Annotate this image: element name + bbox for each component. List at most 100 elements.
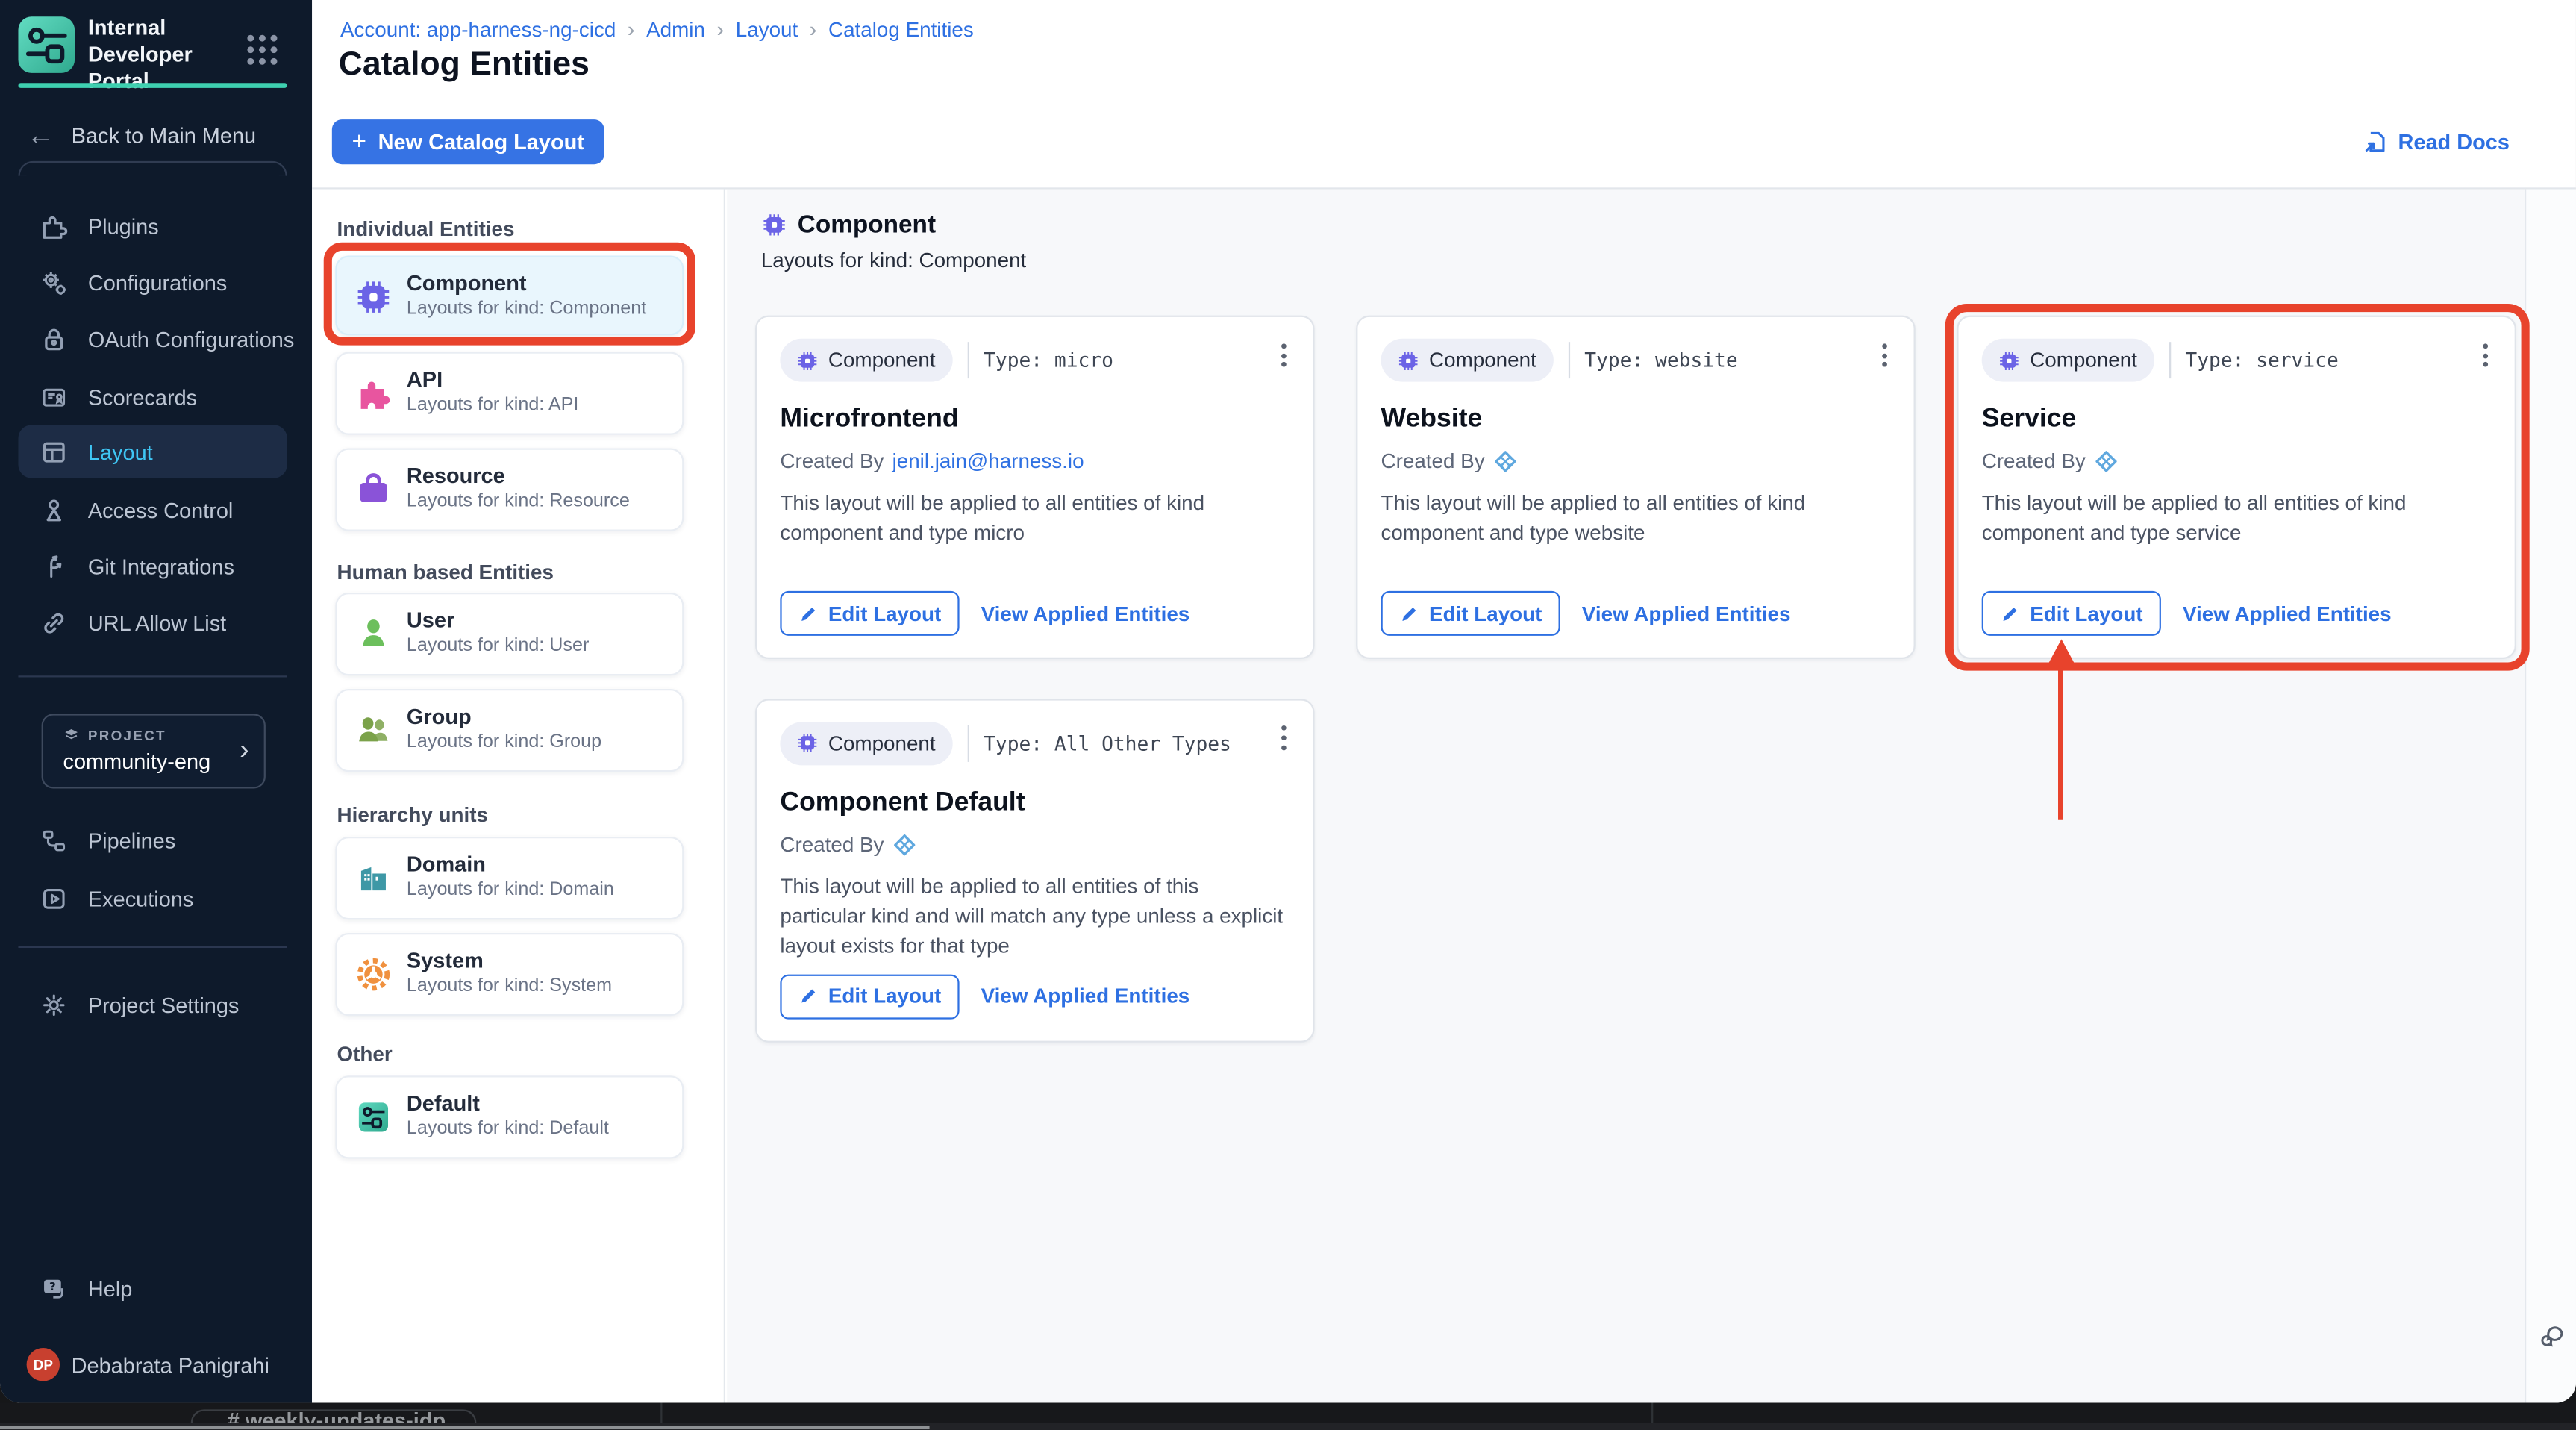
breadcrumb-admin-link[interactable]: Admin [646,17,705,40]
card-menu-kebab-icon[interactable] [1268,337,1298,374]
sidebar-item-project-settings[interactable]: Project Settings [18,978,287,1031]
kind-chip-label: Component [828,349,936,372]
sidebar-item-label: Git Integrations [87,553,234,579]
sidebar-item-label: Configurations [87,269,228,295]
sidebar-divider [18,946,287,949]
entity-kind-component[interactable]: Component Layouts for kind: Component [335,255,684,335]
help-chat-icon: ? [40,1274,68,1302]
user-avatar[interactable]: DP [26,1348,60,1381]
breadcrumb-layout-link[interactable]: Layout [736,17,798,40]
resource-briefcase-icon [355,471,392,508]
entity-kind-resource[interactable]: Resource Layouts for kind: Resource [335,447,684,531]
view-applied-entities-link[interactable]: View Applied Entities [981,984,1190,1008]
card-menu-kebab-icon[interactable] [2470,337,2500,374]
back-label: Back to Main Menu [71,122,257,147]
layout-card-component-default: Component Type: All Other Types Componen… [755,698,1315,1042]
layout-cards-area: Component Layouts for kind: Component Co… [726,188,2529,1403]
entity-kind-api[interactable]: API Layouts for kind: API [335,351,684,434]
edit-layout-button[interactable]: Edit Layout [1981,590,2162,636]
view-applied-entities-link[interactable]: View Applied Entities [981,602,1190,625]
card-menu-kebab-icon[interactable] [1268,719,1298,756]
edit-layout-label: Edit Layout [828,984,942,1008]
app-window: Internal Developer Portal ← Back to Main… [0,0,2576,1403]
section-title: Human based Entities [337,561,554,584]
card-menu-kebab-icon[interactable] [1869,337,1898,374]
entity-kind-description: Layouts for kind: Domain [406,878,614,899]
project-selector[interactable]: PROJECT community-eng › [41,714,266,788]
component-chip-icon [1998,349,2020,371]
type-label: Type: All Other Types [984,731,1231,755]
sidebar-item-label: Layout [87,439,153,464]
kind-chip-label: Component [1429,349,1536,372]
sidebar-item-access-control[interactable]: Access Control [18,483,287,536]
sidebar-item-git-integrations[interactable]: Git Integrations [18,540,287,593]
domain-building-icon [355,859,392,896]
component-chip-icon [355,278,392,315]
back-to-main-menu[interactable]: ← Back to Main Menu [18,113,287,156]
read-docs-link[interactable]: Read Docs [2363,129,2510,154]
entity-kind-name: Resource [406,462,505,487]
sidebar-item-pipelines[interactable]: Pipelines [18,814,287,867]
sidebar-item-plugins[interactable]: Plugins [18,199,287,252]
person-icon [40,496,68,524]
app-grid-icon[interactable] [247,34,278,65]
entity-kind-name: Default [406,1090,480,1115]
sidebar-item-label: Pipelines [87,827,176,853]
kind-chip-label: Component [828,731,936,755]
entity-kind-name: Group [406,702,472,728]
sidebar-item-url-allow-list[interactable]: URL Allow List [18,596,287,649]
project-eyebrow: PROJECT [87,727,166,744]
sidebar-item-label: Scorecards [87,384,198,410]
entity-kind-domain[interactable]: Domain Layouts for kind: Domain [335,835,684,919]
entity-kind-name: Domain [406,850,486,876]
layout-card-microfrontend: Component Type: micro Microfrontend Crea… [755,315,1315,660]
edit-layout-button[interactable]: Edit Layout [780,590,960,636]
component-chip-icon [797,732,819,754]
sidebar-item-layout[interactable]: Layout [18,425,287,478]
system-gear-icon [355,955,392,992]
layout-icon [40,437,68,466]
kind-header-title: Component [797,210,937,239]
view-applied-entities-link[interactable]: View Applied Entities [2183,602,2392,625]
arrow-shaft [2057,660,2064,819]
entity-kind-user[interactable]: User Layouts for kind: User [335,591,684,675]
new-catalog-layout-button[interactable]: + New Catalog Layout [331,119,604,165]
entity-kind-description: Layouts for kind: API [406,394,579,414]
sidebar-item-configurations[interactable]: Configurations [18,256,287,309]
idp-logo-icon[interactable] [18,16,75,73]
created-by-system-icon [2094,450,2117,473]
entity-kind-group[interactable]: Group Layouts for kind: Group [335,687,684,772]
layout-title: Website [1381,405,1483,434]
edit-layout-button[interactable]: Edit Layout [780,973,960,1019]
edit-layout-button[interactable]: Edit Layout [1381,590,1560,636]
entity-kind-name: System [406,946,484,972]
sidebar-item-executions[interactable]: Executions [18,872,287,925]
api-puzzle-icon [355,375,392,411]
sidebar-item-label: URL Allow List [87,610,227,635]
sidebar-item-oauth-configurations[interactable]: OAuth Configurations [18,312,294,365]
entity-kind-description: Layouts for kind: Component [406,298,647,318]
user-name[interactable]: Debabrata Panigrahi [72,1353,269,1378]
edit-layout-label: Edit Layout [1429,602,1542,625]
kind-header-subtitle: Layouts for kind: Component [760,248,1027,272]
pill-divider [966,724,969,761]
layout-description: This layout will be applied to all entit… [1381,491,1806,545]
sidebar: Internal Developer Portal ← Back to Main… [0,0,313,1403]
entity-kind-description: Layouts for kind: Default [406,1117,609,1138]
breadcrumb: Account: app-harness-ng-cicd › Admin › L… [340,16,974,41]
created-by-label: Created By [1981,449,2086,473]
kind-chip-label: Component [2030,349,2137,372]
created-by-user-link[interactable]: jenil.jain@harness.io [892,450,1084,473]
pencil-icon [798,603,819,623]
component-chip-icon [797,349,819,371]
chat-bubbles-icon[interactable] [2538,1321,2566,1349]
entity-kind-default[interactable]: Default Layouts for kind: Default [335,1075,684,1158]
sidebar-item-scorecards[interactable]: Scorecards [18,370,287,423]
entity-kind-system[interactable]: System Layouts for kind: System [335,931,684,1016]
view-applied-entities-link[interactable]: View Applied Entities [1582,602,1791,625]
type-label: Type: website [1584,349,1738,372]
sidebar-item-help[interactable]: ? Help [18,1261,287,1314]
breadcrumb-account-link[interactable]: Account: app-harness-ng-cicd [340,17,616,40]
breadcrumb-separator: › [716,16,725,42]
breadcrumb-catalog-entities-link[interactable]: Catalog Entities [828,17,974,40]
